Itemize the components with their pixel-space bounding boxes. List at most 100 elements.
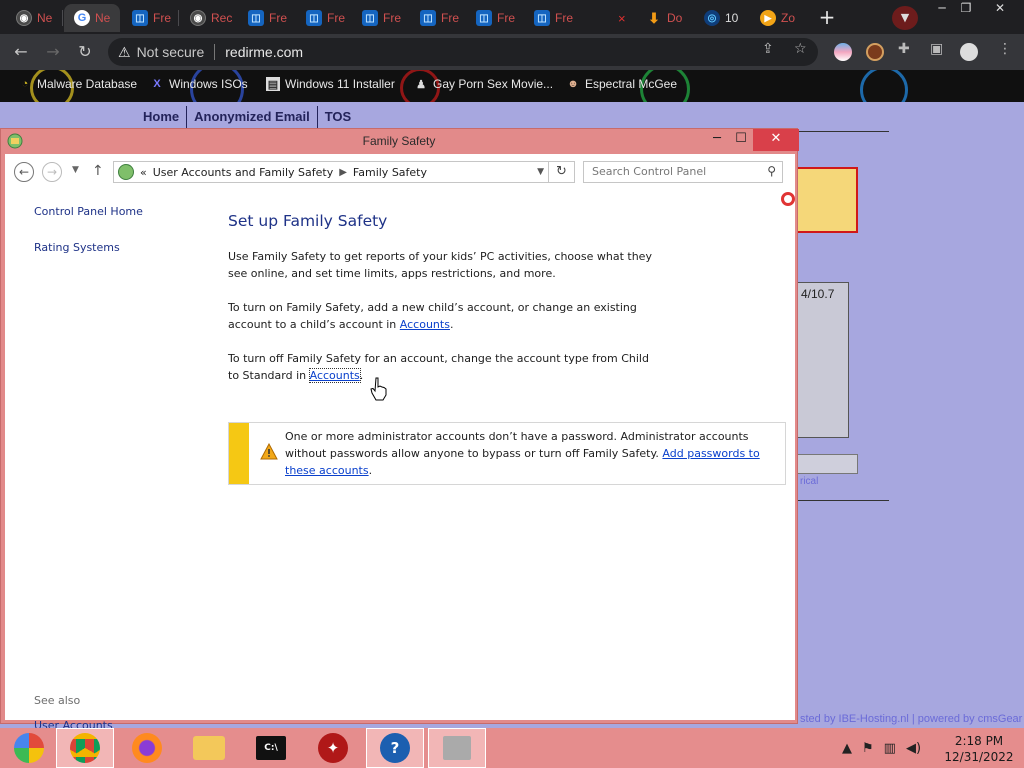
control-panel-home-link[interactable]: Control Panel Home — [34, 205, 143, 218]
breadcrumb-current[interactable]: Family Safety — [353, 166, 427, 179]
site-nav: Home Anonymized Email TOS — [136, 106, 358, 130]
recent-locations-dropdown[interactable]: ▼ — [72, 165, 79, 175]
box-icon: ◫ — [362, 10, 378, 26]
close-button[interactable]: ✕ — [753, 129, 799, 151]
browser-tab[interactable]: ▶ Zo — [750, 4, 806, 32]
browser-tab[interactable]: ◫ Fre — [410, 4, 466, 32]
sidebar-icon[interactable]: ▣ — [930, 41, 943, 57]
browser-toolbar: ← → ↻ ⚠ Not secure redirme.com ⇪ ☆ ✚ ▣ ⋮ — [0, 34, 1024, 70]
taskbar-chrome[interactable] — [56, 728, 114, 768]
new-tab-button[interactable]: + — [814, 6, 840, 30]
firefox-icon — [132, 733, 162, 763]
app-icon: ✦ — [318, 733, 348, 763]
network-icon[interactable]: ▥ — [884, 741, 896, 756]
nav-home-link[interactable]: Home — [136, 106, 188, 130]
browser-tab[interactable]: ◫ Fre — [352, 4, 408, 32]
taskbar-command-prompt[interactable]: C:\ — [242, 728, 300, 768]
star-icon[interactable]: ☆ — [794, 41, 807, 57]
turn-on-paragraph: To turn on Family Safety, add a new chil… — [228, 301, 637, 331]
browser-tab[interactable]: ◫ Fre — [296, 4, 352, 32]
intro-paragraph: Use Family Safety to get reports of your… — [228, 250, 652, 280]
globe-icon: ◉ — [16, 10, 32, 26]
box-icon: ◫ — [476, 10, 492, 26]
flag-icon[interactable]: ⚑ — [862, 741, 874, 756]
reload-button[interactable]: ↻ — [74, 42, 96, 64]
puzzle-icon[interactable]: ✚ — [898, 41, 910, 57]
folder-icon — [193, 736, 225, 760]
chevron-down-icon: ▼ — [900, 11, 910, 24]
download-icon: ⬇ — [648, 9, 660, 26]
accounts-link[interactable]: Accounts — [400, 318, 450, 331]
share-icon[interactable]: ⇪ — [762, 41, 774, 57]
accounts-link[interactable]: Accounts — [308, 368, 361, 383]
bookmarks-bar: ◔ Malware Database X Windows ISOs ▤ Windows… — [0, 70, 1024, 102]
taskbar: C:\ ✦ ? ▲ ⚑ ▥ ◀) 2:18 PM 12/31/2022 — [0, 728, 1024, 768]
back-button[interactable]: ← — [10, 42, 32, 64]
browser-tab[interactable]: ◉ Rec — [180, 4, 236, 32]
browser-tab-active[interactable]: G Ne — [64, 4, 120, 32]
chrome-icon — [70, 733, 100, 763]
bookmark-espectral-mcgee[interactable]: ☻ Espectral McGee — [566, 77, 677, 91]
nav-tos-link[interactable]: TOS — [318, 106, 359, 130]
taskbar-control-panel[interactable] — [428, 728, 486, 768]
minimize-button[interactable]: ─ — [705, 129, 729, 151]
breadcrumb[interactable]: « User Accounts and Family Safety ▶ Fami… — [113, 161, 549, 183]
browser-tab[interactable]: ◫ Fre — [466, 4, 522, 32]
taskbar-firefox[interactable] — [118, 728, 176, 768]
help-icon[interactable] — [781, 192, 795, 206]
volume-icon[interactable]: ◀) — [906, 741, 921, 756]
forward-button[interactable]: → — [42, 162, 62, 182]
extension-icon[interactable] — [834, 43, 852, 61]
browser-tab[interactable]: ◫ Fre — [122, 4, 178, 32]
profile-avatar[interactable] — [960, 43, 978, 61]
browser-tab[interactable]: ◉ Ne — [6, 4, 62, 32]
bookmark-icon: ◔ — [21, 78, 29, 90]
bookmark-malware-database[interactable]: ◔ Malware Database — [18, 77, 137, 91]
bookmark-windows-11-installer[interactable]: ▤ Windows 11 Installer — [266, 77, 395, 91]
box-icon: ◫ — [132, 10, 148, 26]
breadcrumb-parent[interactable]: User Accounts and Family Safety — [153, 166, 333, 179]
left-pane: Control Panel Home Rating Systems See al… — [5, 190, 205, 732]
site-footer: sted by IBE-Hosting.nl | powered by cmsG… — [800, 713, 1023, 725]
maximize-button[interactable]: ☐ — [729, 129, 753, 151]
search-icon: ⚲ — [767, 164, 776, 178]
address-bar[interactable]: ⚠ Not secure redirme.com — [108, 38, 818, 66]
box-icon: ◫ — [420, 10, 436, 26]
system-tray: ▲ ⚑ ▥ ◀) — [842, 728, 921, 768]
browser-restore-button[interactable]: ❐ — [950, 0, 982, 18]
nav-anonymized-email-link[interactable]: Anonymized Email — [187, 106, 318, 130]
search-input[interactable]: Search Control Panel ⚲ — [583, 161, 783, 183]
back-button[interactable]: ← — [14, 162, 34, 182]
help-icon: ? — [380, 733, 410, 763]
clock[interactable]: 2:18 PM 12/31/2022 — [940, 733, 1018, 765]
chevron-down-icon[interactable]: ▼ — [537, 167, 544, 177]
page-link[interactable]: rical — [800, 476, 818, 487]
bookmark-windows-isos[interactable]: X Windows ISOs — [150, 77, 247, 91]
browser-tab[interactable]: ◎ 10 — [694, 4, 750, 32]
menu-icon[interactable]: ⋮ — [998, 41, 1012, 57]
taskbar-help[interactable]: ? — [366, 728, 424, 768]
extension-icon[interactable] — [866, 43, 884, 61]
taskbar-file-explorer[interactable] — [180, 728, 238, 768]
chevron-up-icon[interactable]: ▲ — [842, 741, 852, 756]
browser-tab[interactable]: ◫ Fre — [524, 4, 580, 32]
bookmark-movie[interactable]: ♟ Gay Porn Sex Movie... — [414, 77, 553, 91]
rating-systems-link[interactable]: Rating Systems — [34, 241, 120, 254]
box-icon: ◫ — [534, 10, 550, 26]
tab-search-button[interactable]: ▼ — [892, 6, 918, 30]
up-button[interactable]: ↑ — [92, 163, 104, 179]
control-panel-icon — [443, 736, 471, 760]
start-button[interactable] — [0, 728, 58, 768]
arrow-right-icon: → — [46, 165, 58, 179]
browser-tab[interactable]: ⬇ Do — [636, 4, 692, 32]
taskbar-app[interactable]: ✦ — [304, 728, 362, 768]
browser-tab[interactable]: ◫ Fre — [238, 4, 294, 32]
security-status[interactable]: Not secure — [137, 44, 205, 60]
refresh-button[interactable]: ↻ — [549, 161, 575, 183]
tab-close-button[interactable]: × — [608, 4, 634, 32]
navigation-bar: ← → ▼ ↑ « User Accounts and Family Safet… — [5, 154, 795, 190]
browser-close-button[interactable]: ✕ — [984, 0, 1016, 18]
close-icon: ✕ — [770, 131, 782, 146]
window-title-bar[interactable]: Family Safety ─ ☐ ✕ — [1, 129, 799, 153]
forward-button[interactable]: → — [42, 42, 64, 64]
